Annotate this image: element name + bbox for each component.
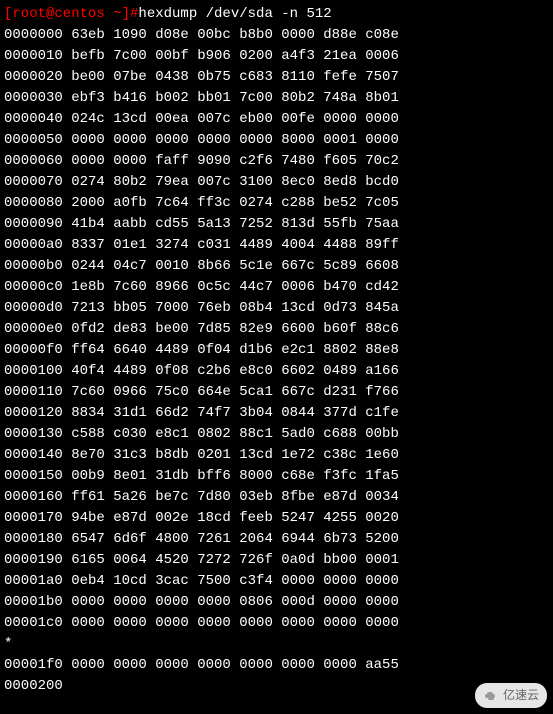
hexdump-output-block: 0000000 63eb 1090 d08e 00bc b8b0 0000 d8… <box>4 25 549 634</box>
hexdump-line: 0000140 8e70 31c3 b8db 0201 13cd 1e72 c3… <box>4 445 549 466</box>
hexdump-line: 00000f0 ff64 6640 4489 0f04 d1b6 e2c1 88… <box>4 340 549 361</box>
hexdump-line: 0000110 7c60 0966 75c0 664e 5ca1 667c d2… <box>4 382 549 403</box>
hexdump-line: 00001c0 0000 0000 0000 0000 0000 0000 00… <box>4 613 549 634</box>
hexdump-line: 0000120 8834 31d1 66d2 74f7 3b04 0844 37… <box>4 403 549 424</box>
hexdump-line: 0000160 ff61 5a26 be7c 7d80 03eb 8fbe e8… <box>4 487 549 508</box>
hexdump-line: 00001b0 0000 0000 0000 0000 0806 000d 00… <box>4 592 549 613</box>
hexdump-line: 0000040 024c 13cd 00ea 007c eb00 00fe 00… <box>4 109 549 130</box>
hexdump-trailing-block: 00001f0 0000 0000 0000 0000 0000 0000 00… <box>4 655 549 697</box>
watermark-badge: 亿速云 <box>475 683 547 708</box>
hexdump-line: 00000a0 8337 01e1 3274 c031 4489 4004 44… <box>4 235 549 256</box>
hexdump-line: 0000190 6165 0064 4520 7272 726f 0a0d bb… <box>4 550 549 571</box>
hexdump-line: 0000070 0274 80b2 79ea 007c 3100 8ec0 8e… <box>4 172 549 193</box>
hexdump-line: 00000d0 7213 bb05 7000 76eb 08b4 13cd 0d… <box>4 298 549 319</box>
prompt-user-host: [root@centos ~]# <box>4 6 138 22</box>
hexdump-line: 0000130 c588 c030 e8c1 0802 88c1 5ad0 c6… <box>4 424 549 445</box>
hexdump-line: 0000180 6547 6d6f 4800 7261 2064 6944 6b… <box>4 529 549 550</box>
cloud-icon <box>483 690 499 702</box>
hexdump-line: 0000090 41b4 aabb cd55 5a13 7252 813d 55… <box>4 214 549 235</box>
shell-command: hexdump /dev/sda -n 512 <box>138 6 331 22</box>
hexdump-line: 0000010 befb 7c00 00bf b906 0200 a4f3 21… <box>4 46 549 67</box>
shell-prompt-line: [root@centos ~]#hexdump /dev/sda -n 512 <box>4 4 549 25</box>
hexdump-line: 0000030 ebf3 b416 b002 bb01 7c00 80b2 74… <box>4 88 549 109</box>
watermark-text: 亿速云 <box>503 685 539 706</box>
hexdump-line: 0000020 be00 07be 0438 0b75 c683 8110 fe… <box>4 67 549 88</box>
hexdump-line: 0000170 94be e87d 002e 18cd feeb 5247 42… <box>4 508 549 529</box>
hexdump-line: 00001f0 0000 0000 0000 0000 0000 0000 00… <box>4 655 549 676</box>
hexdump-line: 00001a0 0eb4 10cd 3cac 7500 c3f4 0000 00… <box>4 571 549 592</box>
hexdump-line: 00000b0 0244 04c7 0010 8b66 5c1e 667c 5c… <box>4 256 549 277</box>
hexdump-line: 0000000 63eb 1090 d08e 00bc b8b0 0000 d8… <box>4 25 549 46</box>
hexdump-line: 00000c0 1e8b 7c60 8966 0c5c 44c7 0006 b4… <box>4 277 549 298</box>
hexdump-line: 0000200 <box>4 676 549 697</box>
hexdump-line: 00000e0 0fd2 de83 be00 7d85 82e9 6600 b6… <box>4 319 549 340</box>
hexdump-line: 0000080 2000 a0fb 7c64 ff3c 0274 c288 be… <box>4 193 549 214</box>
hexdump-line: 0000060 0000 0000 faff 9090 c2f6 7480 f6… <box>4 151 549 172</box>
hexdump-line: 0000100 40f4 4489 0f08 c2b6 e8c0 6602 04… <box>4 361 549 382</box>
hexdump-repeat-marker: * <box>4 634 549 655</box>
hexdump-line: 0000150 00b9 8e01 31db bff6 8000 c68e f3… <box>4 466 549 487</box>
hexdump-line: 0000050 0000 0000 0000 0000 0000 8000 00… <box>4 130 549 151</box>
